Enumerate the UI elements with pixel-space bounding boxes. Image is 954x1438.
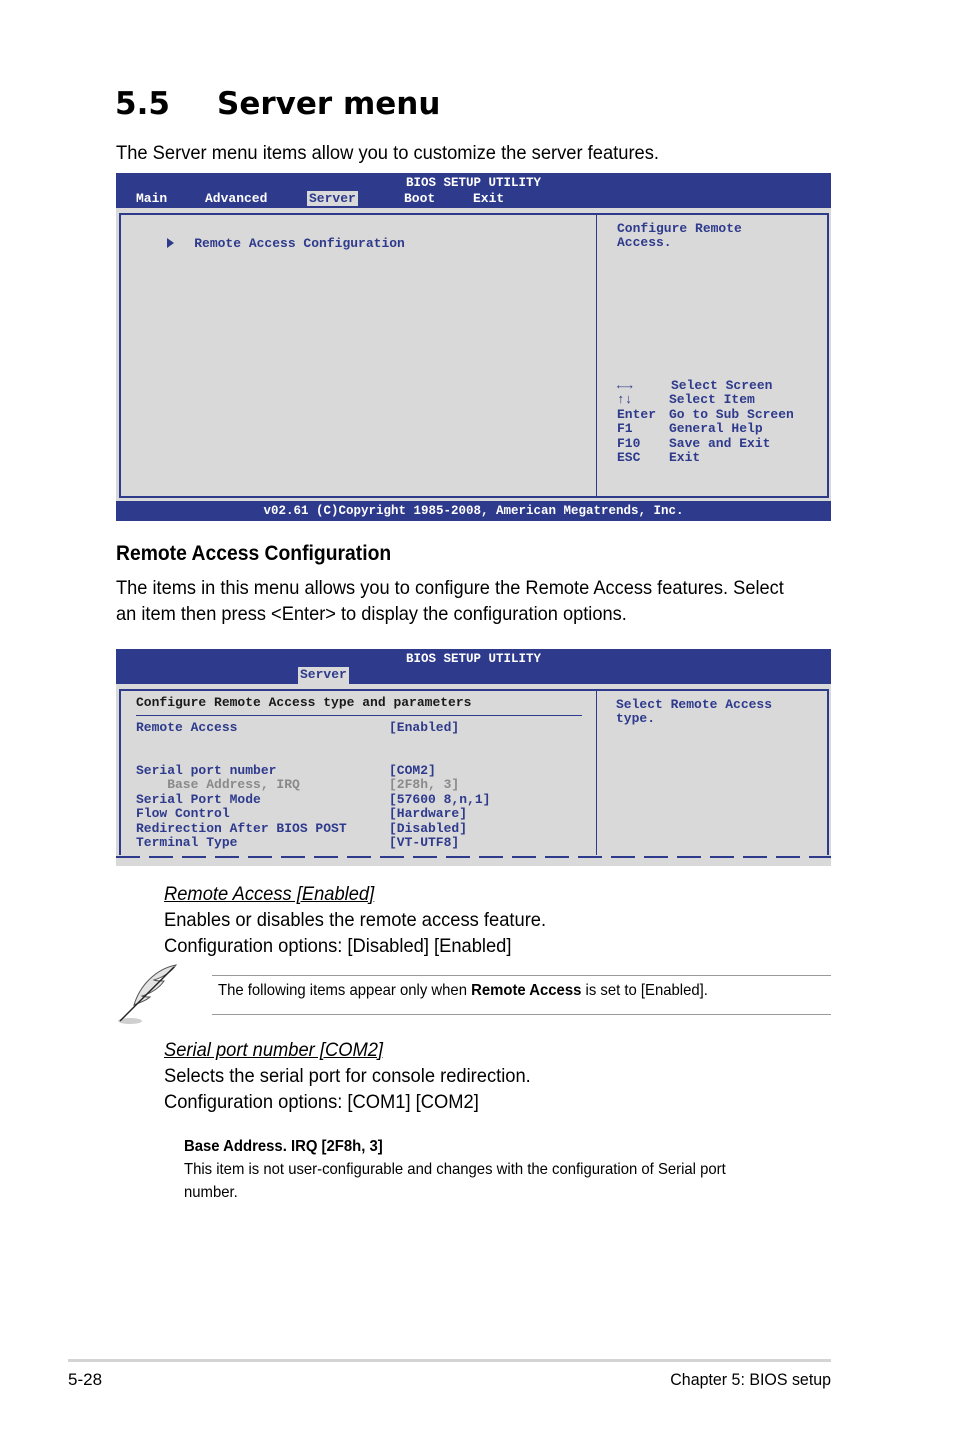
tab-boot[interactable]: Boot (402, 191, 437, 206)
setting-value: [Enabled] (389, 720, 460, 735)
setting-label: Remote Access (136, 720, 238, 735)
tab-main[interactable]: Main (134, 191, 169, 206)
subsection-title: Remote Access Configuration (116, 542, 392, 565)
item-desc-serial-port: Selects the serial port for console redi… (164, 1065, 531, 1087)
setting-terminal-type[interactable]: Terminal Type [VT-UTF8] (136, 835, 459, 850)
setting-value: [COM2] (389, 763, 436, 778)
setting-label: Serial Port Mode (136, 792, 261, 807)
subsection-paragraph-line: The items in this menu allows you to con… (116, 577, 784, 599)
key-action: Select Item (669, 392, 755, 407)
key-row: ESC Exit (617, 450, 700, 465)
section-intro: The Server menu items allow you to custo… (116, 142, 660, 164)
bios-title-bar: BIOS SETUP UTILITY Main Advanced Server … (116, 173, 831, 208)
item-title-remote-access: Remote Access [Enabled] (164, 883, 375, 905)
item-desc-remote-access: Enables or disables the remote access fe… (164, 909, 547, 931)
setting-remote-access[interactable]: Remote Access [Enabled] (136, 720, 459, 735)
bios-screen-server-menu: BIOS SETUP UTILITY Main Advanced Server … (116, 173, 831, 521)
key-action: Save and Exit (669, 436, 771, 451)
key-action: Go to Sub Screen (669, 407, 794, 422)
section-title-text: Server menu (217, 86, 441, 122)
key-action: General Help (669, 421, 763, 436)
tab-advanced[interactable]: Advanced (203, 191, 269, 206)
item-title-serial-port: Serial port number [COM2] (164, 1039, 384, 1061)
note-text-after: is set to [Enabled]. (581, 982, 708, 999)
setting-serial-port-mode[interactable]: Serial Port Mode [57600 8,n,1] (136, 792, 490, 807)
bios-pane-divider (596, 215, 597, 496)
menu-item-label: Remote Access Configuration (194, 236, 405, 251)
bios-title: BIOS SETUP UTILITY (405, 176, 542, 190)
help-text-line: Configure Remote (617, 221, 742, 236)
setting-flow-control[interactable]: Flow Control [Hardware] (136, 806, 467, 821)
note-text-bold: Remote Access (471, 982, 582, 999)
setting-serial-port-number[interactable]: Serial port number [COM2] (136, 763, 436, 778)
item-options-serial-port: Configuration options: [COM1] [COM2] (164, 1091, 479, 1113)
note-bottom-rule (212, 1014, 831, 1015)
feather-pen-icon (116, 963, 180, 1025)
key-arrows-left-right: ←→ (617, 378, 633, 393)
key-row: Enter Go to Sub Screen (617, 407, 794, 422)
bios-copyright-bar: v02.61 (C)Copyright 1985-2008, American … (116, 501, 831, 521)
note-top-rule (212, 975, 831, 976)
setting-value: [2F8h, 3] (389, 777, 460, 792)
tab-exit[interactable]: Exit (471, 191, 506, 206)
setting-base-address-irq: Base Address, IRQ [2F8h, 3] (136, 777, 459, 792)
key-row: ↑↓ Select Item (617, 392, 755, 407)
footer-rule (68, 1359, 831, 1362)
subitem-title-base-address: Base Address. IRQ [2F8h, 3] (184, 1138, 383, 1155)
help-text-line: Access. (617, 235, 672, 250)
key-esc: ESC (617, 450, 641, 465)
help-text-line: Select Remote Access (616, 697, 773, 712)
note-text-before: The following items appear only when (218, 982, 472, 999)
tab-server[interactable]: Server (307, 191, 358, 206)
bios-screen-remote-access: BIOS SETUP UTILITY Server Configure Remo… (116, 649, 831, 866)
setting-label: Flow Control (136, 806, 230, 821)
key-f10: F10 (617, 436, 641, 451)
page-number: 5-28 (68, 1370, 103, 1389)
bios-section-heading: Configure Remote Access type and paramet… (136, 695, 472, 710)
key-enter: Enter (617, 407, 657, 422)
subitem-desc-line: number. (184, 1184, 238, 1201)
setting-label: Serial port number (136, 763, 277, 778)
subitem-desc-line: This item is not user-configurable and c… (184, 1161, 726, 1178)
subsection-paragraph-line: an item then press <Enter> to display th… (116, 603, 627, 625)
bios-pane-divider (596, 691, 597, 855)
key-f1: F1 (617, 421, 633, 436)
setting-label: Terminal Type (136, 835, 238, 850)
key-arrows-up-down: ↑↓ (617, 392, 633, 407)
item-options-remote-access: Configuration options: [Disabled] [Enabl… (164, 935, 512, 957)
setting-value: [57600 8,n,1] (389, 792, 491, 807)
tab-server[interactable]: Server (298, 667, 349, 684)
key-action: Select Screen (671, 378, 773, 393)
key-row: F1 General Help (617, 421, 763, 436)
submenu-arrow-icon (167, 238, 175, 248)
continuation-dashed-line (116, 856, 831, 858)
note-text: The following items appear only when Rem… (218, 982, 708, 1000)
key-row: F10 Save and Exit (617, 436, 770, 451)
key-action: Exit (669, 450, 701, 465)
setting-value: [VT-UTF8] (389, 835, 460, 850)
setting-value: [Disabled] (389, 821, 468, 836)
section-title: 5.5 Server menu (115, 86, 440, 122)
setting-label: Base Address, IRQ (136, 777, 300, 792)
heading-underline (136, 715, 582, 716)
key-row: ←→ Select Screen (617, 378, 772, 393)
setting-value: [Hardware] (389, 806, 468, 821)
menu-item-remote-access-configuration[interactable]: Remote Access Configuration (136, 221, 405, 266)
setting-redirection-after-bios-post[interactable]: Redirection After BIOS POST [Disabled] (136, 821, 467, 836)
section-number: 5.5 (115, 86, 170, 122)
bios-title: BIOS SETUP UTILITY (405, 652, 542, 666)
chapter-label: Chapter 5: BIOS setup (670, 1370, 831, 1389)
setting-label: Redirection After BIOS POST (136, 821, 347, 836)
help-text-line: type. (616, 711, 656, 726)
bios-title-bar: BIOS SETUP UTILITY Server (116, 649, 831, 684)
